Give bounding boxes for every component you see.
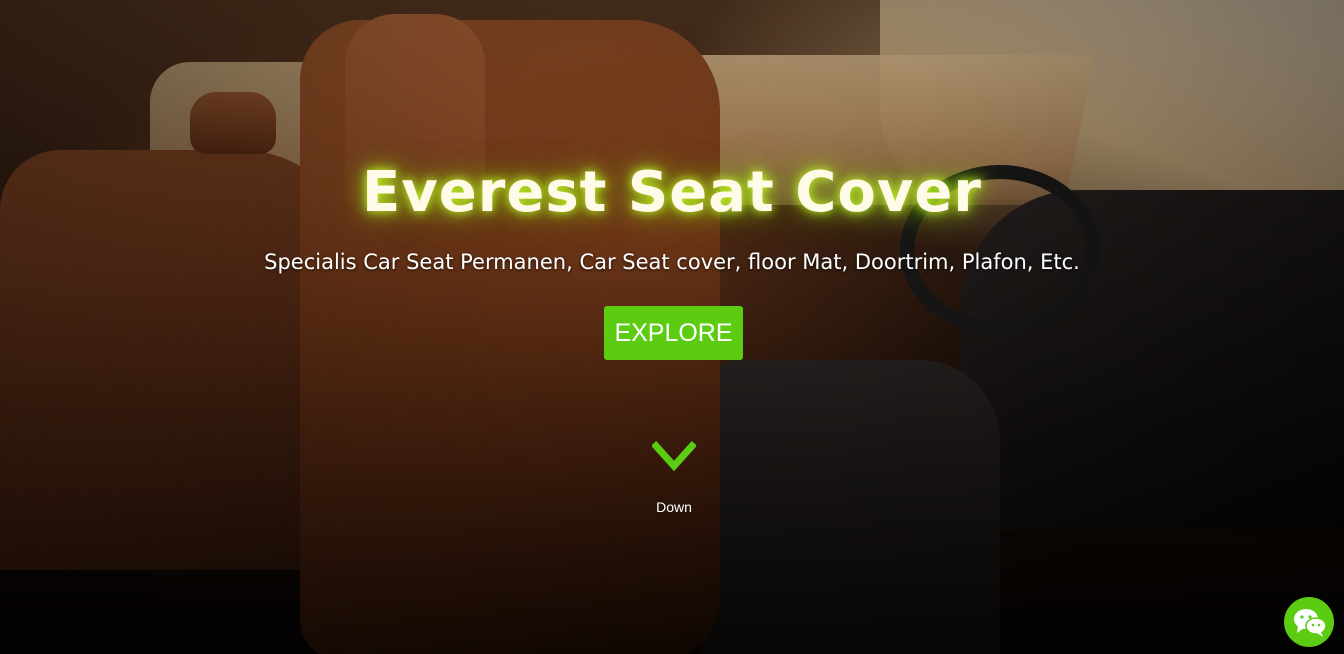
chevron-down-icon (652, 441, 696, 472)
explore-button[interactable]: EXPLORE (604, 306, 743, 360)
hero-subtitle: Specialis Car Seat Permanen, Car Seat co… (264, 250, 1080, 274)
hero-title: Everest Seat Cover (362, 160, 982, 225)
hero-content: Everest Seat Cover Specialis Car Seat Pe… (0, 0, 1344, 654)
scroll-down-label: Down (656, 499, 692, 515)
hero-section: Everest Seat Cover Specialis Car Seat Pe… (0, 0, 1344, 654)
wechat-chat-button[interactable] (1284, 597, 1334, 647)
scroll-down-link[interactable]: Down (632, 440, 716, 522)
wechat-icon (1294, 609, 1327, 637)
